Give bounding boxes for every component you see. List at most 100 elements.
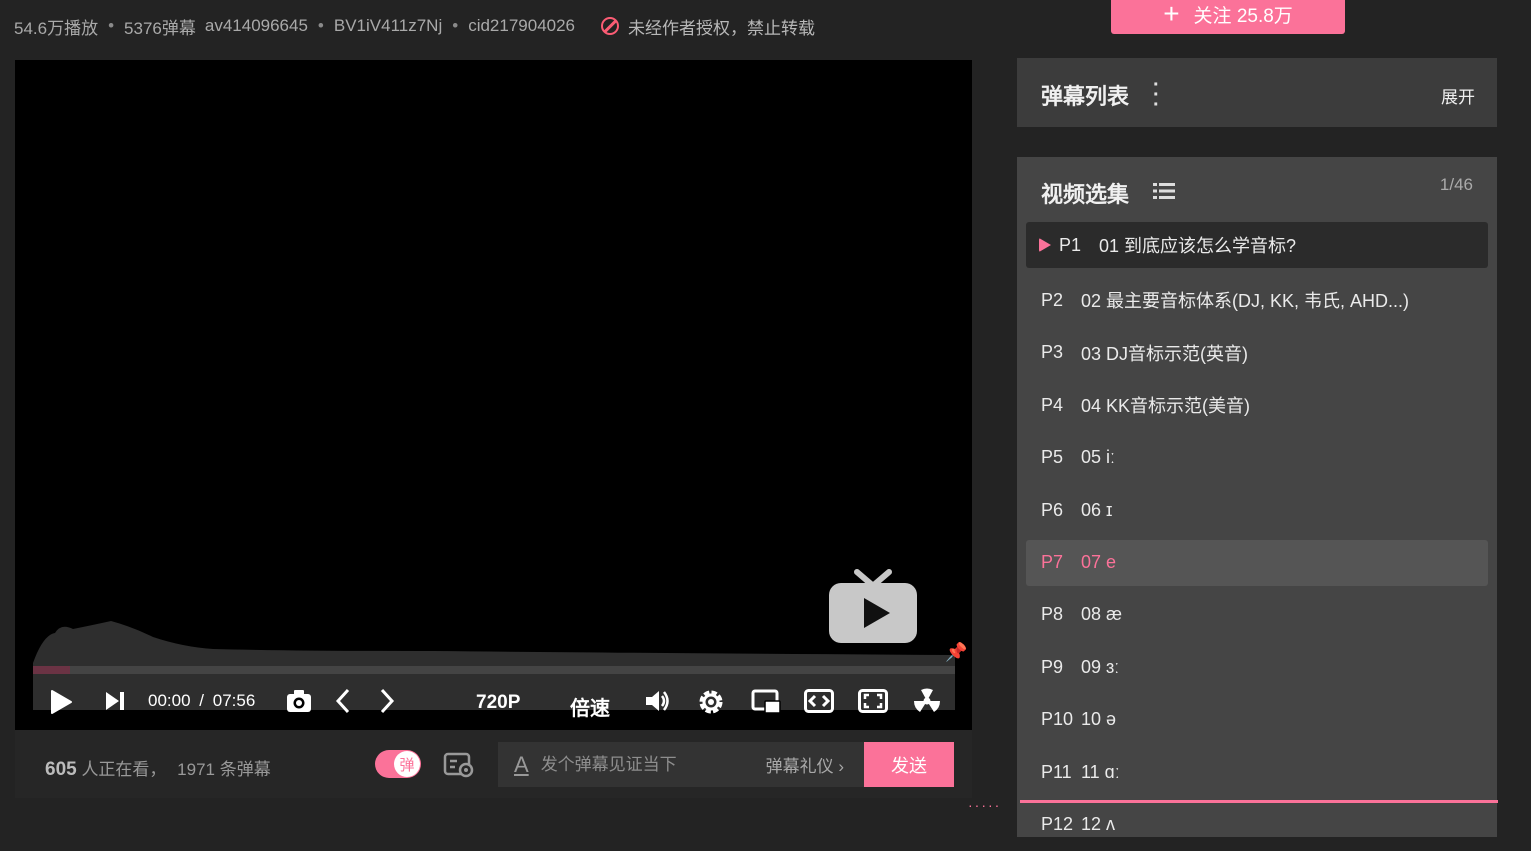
episode-number: P10	[1041, 709, 1081, 730]
etiquette-label: 弹幕礼仪	[766, 757, 834, 776]
screenshot-icon[interactable]	[286, 689, 312, 713]
episode-title: 03 DJ音标示范(英音)	[1081, 340, 1248, 366]
danmaku-list-title: 弹幕列表	[1041, 79, 1129, 111]
follow-label: 关注 25.8万	[1194, 1, 1293, 28]
viewer-suffix: 人正在看，	[81, 760, 166, 779]
pin-icon[interactable]: 📌	[945, 642, 967, 663]
episode-number: P6	[1041, 500, 1081, 521]
episode-item[interactable]: P909 ɜː	[1026, 641, 1488, 694]
episode-title: 05 iː	[1081, 447, 1115, 468]
episode-number: P1	[1059, 235, 1099, 256]
separator-dot: •	[318, 16, 324, 36]
episode-title: 04 KK音标示范(美音)	[1081, 392, 1250, 418]
duration: 07:56	[213, 691, 256, 710]
progress-track[interactable]	[33, 666, 955, 674]
now-playing-icon	[1039, 238, 1051, 252]
danmaku-count: 5376弹幕	[124, 14, 196, 39]
scroll-indicator-line	[1020, 800, 1498, 803]
episode-item[interactable]: P404 KK音标示范(美音)	[1026, 379, 1488, 432]
danmaku-total: 1971 条弹幕	[177, 760, 271, 779]
separator-dot: •	[108, 16, 114, 36]
view-count: 54.6万播放	[14, 14, 98, 39]
bv-id: BV1iV411z7Nj	[334, 16, 442, 36]
episode-counter: 1/46	[1440, 175, 1473, 195]
episode-title: 06 ɪ	[1081, 500, 1112, 521]
episode-item[interactable]: P606 ɪ	[1026, 484, 1488, 537]
av-id: av414096645	[205, 16, 308, 36]
speed-button[interactable]: 倍速	[570, 692, 610, 721]
episode-number: P4	[1041, 395, 1081, 416]
danmaku-settings-icon[interactable]	[443, 752, 475, 778]
separator-dot: •	[452, 16, 458, 36]
episode-number: P9	[1041, 657, 1081, 678]
viewer-info: 605 人正在看， 1971 条弹幕	[45, 755, 271, 781]
video-player[interactable]: 📌 00:00 / 07:56 720P 倍速	[15, 60, 972, 730]
danmaku-input-box: A 弹幕礼仪 ›	[498, 742, 864, 787]
episode-item[interactable]: P808 æ	[1026, 589, 1488, 642]
send-button[interactable]: 发送	[864, 742, 954, 787]
copyright-notice: 未经作者授权，禁止转载	[601, 14, 815, 39]
expand-button[interactable]: 展开	[1441, 83, 1475, 108]
episode-title: 01 到底应该怎么学音标?	[1099, 232, 1296, 258]
episode-item[interactable]: P101 到底应该怎么学音标?	[1026, 222, 1488, 268]
danmaku-input[interactable]	[541, 755, 731, 775]
episode-number: P12	[1041, 814, 1081, 835]
video-meta: 54.6万播放 • 5376弹幕 av414096645 • BV1iV411z…	[14, 12, 815, 40]
picture-in-picture-icon[interactable]	[751, 689, 781, 715]
episode-item[interactable]: P303 DJ音标示范(英音)	[1026, 327, 1488, 380]
next-icon[interactable]	[104, 691, 126, 711]
chevron-right-icon: ›	[838, 757, 844, 776]
episode-number: P11	[1041, 762, 1081, 783]
follow-button[interactable]: + 关注 25.8万	[1111, 0, 1345, 34]
bilibili-tv-play-icon[interactable]	[829, 568, 917, 644]
viewer-count: 605	[45, 759, 77, 780]
episode-number: P3	[1041, 342, 1081, 363]
episode-item[interactable]: P505 iː	[1026, 432, 1488, 485]
volume-icon[interactable]	[645, 689, 671, 713]
episode-item[interactable]: P202 最主要音标体系(DJ, KK, 韦氏, AHD...)	[1026, 274, 1488, 327]
episode-item[interactable]: P707 e	[1026, 540, 1488, 586]
text-style-icon[interactable]: A	[514, 752, 529, 778]
episode-title: 08 æ	[1081, 604, 1122, 625]
episode-title: 10 ə	[1081, 709, 1116, 730]
chevron-right-icon[interactable]	[379, 688, 395, 714]
episode-title: 02 最主要音标体系(DJ, KK, 韦氏, AHD...)	[1081, 287, 1409, 313]
danmaku-etiquette-link[interactable]: 弹幕礼仪 ›	[766, 752, 844, 777]
player-controls: 00:00 / 07:56 720P 倍速	[15, 680, 972, 730]
episode-list: P101 到底应该怎么学音标? P202 最主要音标体系(DJ, KK, 韦氏, …	[1026, 222, 1488, 851]
episode-item[interactable]: P1010 ə	[1026, 694, 1488, 747]
episode-panel-title: 视频选集	[1041, 177, 1129, 209]
episode-title: 07 e	[1081, 552, 1116, 573]
episode-number: P5	[1041, 447, 1081, 468]
dotted-indicator: ·····	[968, 797, 1001, 813]
episode-number: P8	[1041, 604, 1081, 625]
cid: cid217904026	[468, 16, 575, 36]
current-time: 00:00	[148, 691, 191, 710]
fullscreen-radiation-icon[interactable]	[912, 686, 942, 716]
widescreen-icon[interactable]	[804, 689, 834, 713]
episode-title: 09 ɜː	[1081, 657, 1119, 678]
chevron-left-icon[interactable]	[335, 688, 351, 714]
progress-fill	[33, 666, 70, 674]
episode-item[interactable]: P1111 ɑː	[1026, 746, 1488, 799]
copyright-text: 未经作者授权，禁止转载	[628, 14, 815, 39]
episode-number: P2	[1041, 290, 1081, 311]
plus-icon: +	[1163, 0, 1179, 28]
episode-panel: 视频选集 1/46 P101 到底应该怎么学音标? P202 最主要音标体系(DJ…	[1017, 157, 1497, 837]
danmaku-bar: 605 人正在看， 1971 条弹幕 弹 A 弹幕礼仪 › 发送	[15, 730, 972, 798]
episode-title: 12 ʌ	[1081, 814, 1115, 835]
danmaku-toggle[interactable]: 弹	[375, 750, 421, 778]
time-separator: /	[199, 691, 204, 710]
quality-button[interactable]: 720P	[476, 692, 520, 714]
web-fullscreen-icon[interactable]	[858, 689, 888, 713]
danmaku-list-panel: 弹幕列表 ··· 展开	[1017, 58, 1497, 127]
list-icon[interactable]	[1153, 182, 1175, 200]
episode-number: P7	[1041, 552, 1081, 573]
play-icon[interactable]	[49, 689, 73, 715]
settings-gear-icon[interactable]	[697, 688, 725, 716]
episode-item[interactable]: P1212 ʌ	[1026, 799, 1488, 851]
danmaku-toggle-knob: 弹	[394, 751, 420, 777]
more-vertical-icon[interactable]: ···	[1153, 80, 1160, 110]
episode-title: 11 ɑː	[1081, 762, 1120, 783]
forbidden-icon	[601, 17, 619, 35]
